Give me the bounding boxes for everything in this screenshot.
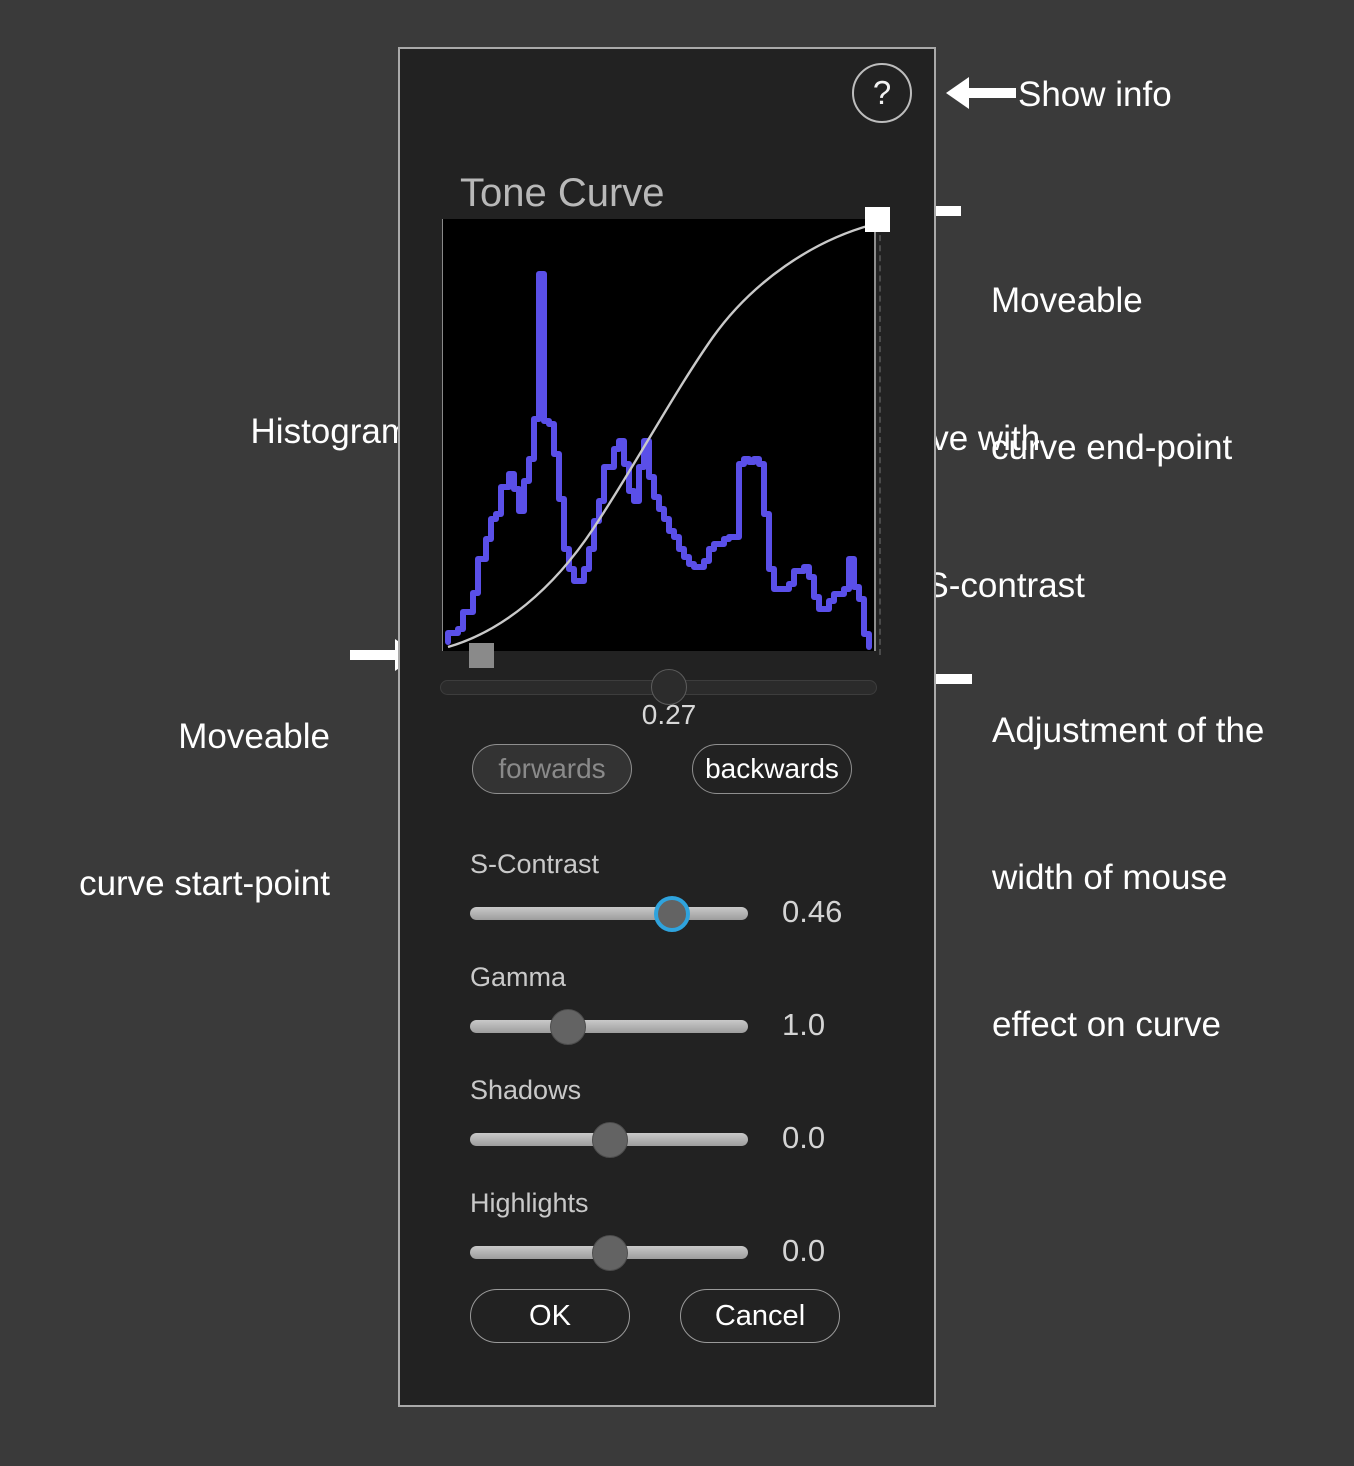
param-gamma-row: 1.0 bbox=[470, 1007, 890, 1047]
cancel-button[interactable]: Cancel bbox=[680, 1289, 840, 1343]
annotation-width-adjust-line2: width of mouse bbox=[992, 858, 1228, 897]
param-gamma-thumb[interactable] bbox=[550, 1009, 586, 1045]
dialog-title: Tone Curve bbox=[460, 171, 665, 215]
annotation-width-adjust-line3: effect on curve bbox=[992, 1005, 1221, 1044]
annotation-histogram: Histogram bbox=[20, 358, 410, 456]
annotation-width-adjust: Adjustment of the width of mouse effect … bbox=[992, 608, 1264, 1098]
curve-start-point-handle[interactable] bbox=[469, 643, 494, 668]
param-s-contrast-label: S-Contrast bbox=[470, 849, 600, 879]
param-highlights-label: Highlights bbox=[470, 1188, 589, 1218]
annotation-start-point-line2: curve start-point bbox=[79, 864, 330, 903]
cancel-button-label: Cancel bbox=[714, 1299, 806, 1332]
param-gamma-value: 1.0 bbox=[782, 1007, 826, 1042]
annotation-start-point-line1: Moveable bbox=[178, 717, 330, 756]
param-s-contrast: S-Contrast 0.46 bbox=[470, 849, 890, 934]
plot-right-axis bbox=[874, 219, 876, 651]
param-gamma-track[interactable] bbox=[470, 1020, 748, 1033]
param-highlights-row: 0.0 bbox=[470, 1233, 890, 1273]
help-info-button[interactable]: ? bbox=[852, 63, 912, 123]
param-shadows: Shadows 0.0 bbox=[470, 1075, 890, 1160]
arrow-start-point bbox=[350, 639, 418, 671]
param-highlights: Highlights 0.0 bbox=[470, 1188, 890, 1273]
backwards-button[interactable]: backwards bbox=[692, 744, 852, 794]
annotation-start-point: Moveable curve start-point bbox=[20, 614, 330, 957]
histogram-line bbox=[445, 271, 872, 650]
tone-curve-line bbox=[447, 223, 872, 649]
param-s-contrast-track[interactable] bbox=[470, 907, 748, 920]
plot-svg bbox=[445, 223, 872, 650]
param-gamma-label: Gamma bbox=[470, 962, 567, 992]
backwards-button-label: backwards bbox=[705, 753, 839, 784]
forwards-button-label: forwards bbox=[498, 753, 606, 784]
mouse-effect-width-value: 0.27 bbox=[641, 699, 697, 730]
param-s-contrast-value: 0.46 bbox=[782, 894, 843, 929]
annotation-width-adjust-line1: Adjustment of the bbox=[992, 711, 1265, 750]
param-shadows-value: 0.0 bbox=[782, 1120, 826, 1155]
param-shadows-label: Shadows bbox=[470, 1075, 582, 1105]
annotation-histogram-text: Histogram bbox=[250, 412, 410, 451]
annotation-show-info-text: Show info bbox=[1018, 75, 1172, 114]
ok-button[interactable]: OK bbox=[470, 1289, 630, 1343]
param-shadows-row: 0.0 bbox=[470, 1120, 890, 1160]
tone-curve-dialog: ? Tone Curve 0.27 forwards backwards S-C… bbox=[398, 47, 936, 1407]
plot-area[interactable] bbox=[442, 219, 875, 651]
param-highlights-thumb[interactable] bbox=[592, 1235, 628, 1271]
forwards-button[interactable]: forwards bbox=[472, 744, 632, 794]
param-s-contrast-thumb[interactable] bbox=[654, 896, 690, 932]
annotation-show-info: Show info bbox=[1018, 70, 1172, 119]
question-mark-icon: ? bbox=[872, 74, 892, 111]
plot-dashed-guide bbox=[879, 225, 881, 655]
param-shadows-thumb[interactable] bbox=[592, 1122, 628, 1158]
ok-button-label: OK bbox=[529, 1299, 571, 1332]
tone-curve-plot[interactable] bbox=[440, 207, 890, 668]
param-s-contrast-row: 0.46 bbox=[470, 894, 890, 934]
param-gamma: Gamma 1.0 bbox=[470, 962, 890, 1047]
param-highlights-value: 0.0 bbox=[782, 1233, 826, 1268]
curve-end-point-handle[interactable] bbox=[865, 207, 890, 232]
arrow-show-info bbox=[946, 77, 1016, 109]
